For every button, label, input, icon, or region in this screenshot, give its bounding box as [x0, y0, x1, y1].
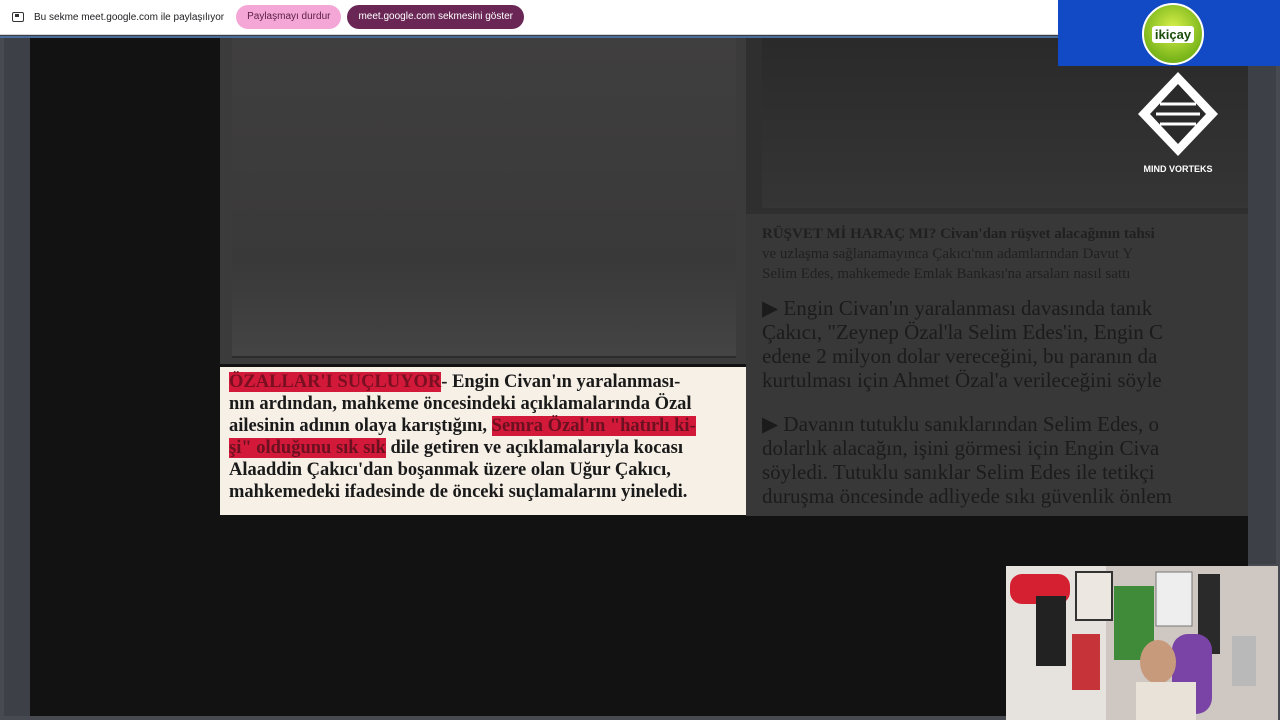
- article-line-2: nın ardından, mahkeme öncesindeki açıkla…: [229, 394, 692, 414]
- screen-share-bar: Bu sekme meet.google.com ile paylaşılıyo…: [0, 0, 1060, 35]
- ikicay-logo-text: ikiçay: [1151, 25, 1195, 43]
- article-line-1: ÖZALLAR'I SUÇLUYOR- Engin Civan'ın yaral…: [229, 371, 680, 393]
- article-line-4: şi" olduğunu sık sık dile getiren ve açı…: [229, 437, 683, 459]
- stop-sharing-button[interactable]: Paylaşmayı durdur: [236, 5, 342, 29]
- article-line-6: mahkemedeki ifadesinde de önceki suçlama…: [229, 482, 688, 502]
- mind-vorteks-logo-icon: [1138, 72, 1218, 156]
- left-margin: [4, 38, 30, 716]
- article-line: kurtulması için Ahmet Özal'a verileceğin…: [762, 368, 1162, 392]
- highlighted-text: şi" olduğunu sık sık: [229, 438, 386, 458]
- show-tab-button[interactable]: meet.google.com sekmesini göster: [347, 5, 524, 29]
- webcam-image: [1006, 566, 1278, 720]
- article-line: söyledi. Tutuklu sanıklar Selim Edes ile…: [762, 460, 1155, 484]
- newspaper-article-right: RÜŞVET Mİ HARAÇ MI? Civan'dan rüşvet ala…: [746, 214, 1248, 516]
- article-headline: ÖZALLAR'I SUÇLUYOR: [229, 372, 442, 392]
- article-text: - Engin Civan'ın yaralanması-: [441, 372, 681, 392]
- article-lead-line: ve uzlaşma sağlanamayınca Çakıcı'nın ada…: [762, 246, 1134, 262]
- screen-share-icon: [12, 12, 24, 22]
- article-text: dile getiren ve açıklamalarıyla kocası: [385, 438, 683, 458]
- newspaper-article-highlighted: ÖZALLAR'I SUÇLUYOR- Engin Civan'ın yaral…: [220, 367, 746, 515]
- article-lead-line: Selim Edes, mahkemede Emlak Bankası'na a…: [762, 266, 1131, 282]
- ikicay-logo: ikiçay: [1142, 3, 1204, 65]
- article-line: Çakıcı, "Zeynep Özal'la Selim Edes'in, E…: [762, 320, 1164, 344]
- article-line: ▶ Engin Civan'ın yaralanması davasında t…: [762, 296, 1153, 320]
- mind-vorteks-label: MIND VORTEKS: [1143, 164, 1213, 174]
- highlighted-text: Semra Özal'ın "hatırlı ki-: [491, 416, 696, 436]
- article-line: ▶ Davanın tutuklu sanıklarından Selim Ed…: [762, 412, 1160, 436]
- article-line-5: Alaaddin Çakıcı'dan boşanmak üzere olan …: [229, 460, 671, 480]
- article-lead-line: RÜŞVET Mİ HARAÇ MI? Civan'dan rüşvet ala…: [762, 226, 1155, 242]
- right-margin: [1248, 38, 1276, 564]
- article-line: duruşma öncesinde adliyede sıkı güvenlik…: [762, 484, 1172, 508]
- webcam-feed: [1006, 566, 1278, 720]
- article-text: ailesinin adının olaya karıştığını,: [229, 416, 492, 436]
- article-line: edene 2 milyon dolar vereceğini, bu para…: [762, 344, 1158, 368]
- newspaper-photo-left: [220, 38, 746, 364]
- article-line: dolarlık alacağın, işini görmesi için En…: [762, 436, 1160, 460]
- ikicay-logo-box: ikiçay: [1058, 0, 1280, 66]
- article-line-3: ailesinin adının olaya karıştığını, Semr…: [229, 415, 696, 437]
- share-status-text: Bu sekme meet.google.com ile paylaşılıyo…: [34, 11, 225, 23]
